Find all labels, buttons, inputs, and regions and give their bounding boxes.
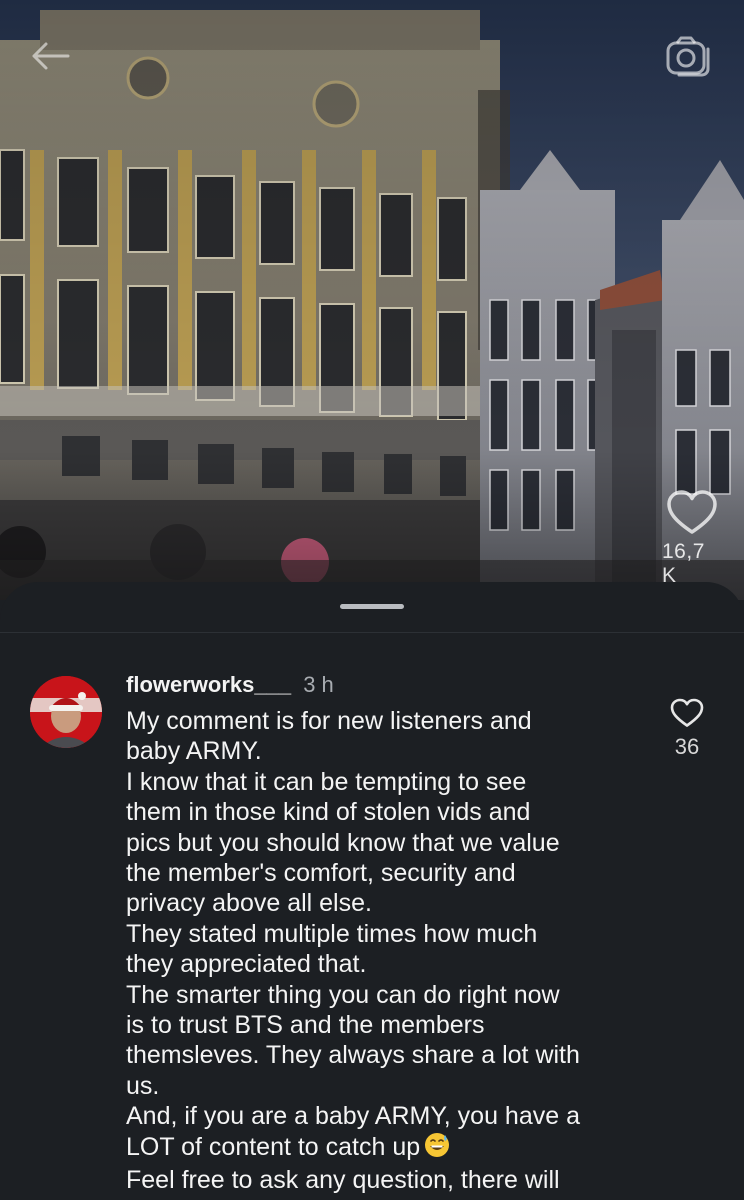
user-avatar-image (30, 676, 102, 748)
comment-line-with-emoji: LOT of content to catch up (126, 1132, 646, 1165)
comment-line: privacy above all else. (126, 889, 372, 918)
post-like-count: 16,7 K (662, 540, 705, 587)
comment-line: us. (126, 1071, 160, 1100)
post-like-button[interactable]: 16,7 K (662, 490, 722, 588)
comment-meta: flowerworks___ 3 h (126, 670, 646, 700)
camera-icon (666, 36, 710, 77)
comment-username[interactable]: flowerworks___ (126, 672, 291, 697)
camera-button[interactable] (660, 28, 716, 84)
back-button[interactable] (22, 28, 78, 84)
grinning-face-with-sweat-emoji (424, 1132, 450, 1165)
comment-timestamp: 3 h (303, 672, 334, 697)
comment-line: baby ARMY. (126, 737, 262, 766)
comment-like-count: 36 (674, 734, 700, 759)
comment-line: is to trust BTS and the members (126, 1011, 485, 1040)
comment-line: They stated multiple times how much (126, 919, 538, 948)
comment-line: My comment is for new listeners and (126, 707, 532, 735)
avatar[interactable] (30, 676, 102, 748)
comments-sheet: flowerworks___ 3 h My comment is for new… (0, 582, 744, 1200)
comment-line: themsleves. They always share a lot with (126, 1041, 580, 1070)
comment-line: Feel free to ask any question, there wil… (126, 1166, 560, 1195)
arrow-left-icon (32, 42, 70, 70)
comment-line: they appreciated that. (126, 950, 367, 979)
heart-outline-icon (670, 698, 704, 727)
heart-icon (667, 490, 717, 534)
comment-body: flowerworks___ 3 h My comment is for new… (126, 670, 646, 1196)
comment-line: the member's comfort, security and (126, 859, 516, 888)
comment-like-button[interactable]: 36 (662, 698, 712, 760)
building-photo-illustration (0, 0, 744, 600)
comment-line: them in those kind of stolen vids and (126, 798, 531, 827)
comment-line: And, if you are a baby ARMY, you have a (126, 1102, 580, 1131)
comment-line: pics but you should know that we value (126, 828, 560, 857)
comment-line: I know that it can be tempting to see (126, 767, 527, 796)
sheet-drag-handle[interactable] (340, 604, 404, 609)
comment-line: The smarter thing you can do right now (126, 980, 560, 1009)
comment-line-text: LOT of content to catch up (126, 1132, 421, 1161)
post-photo[interactable]: 16,7 K (0, 0, 744, 600)
comment-text: My comment is for new listeners and baby… (126, 706, 646, 1196)
sheet-divider (0, 632, 744, 633)
